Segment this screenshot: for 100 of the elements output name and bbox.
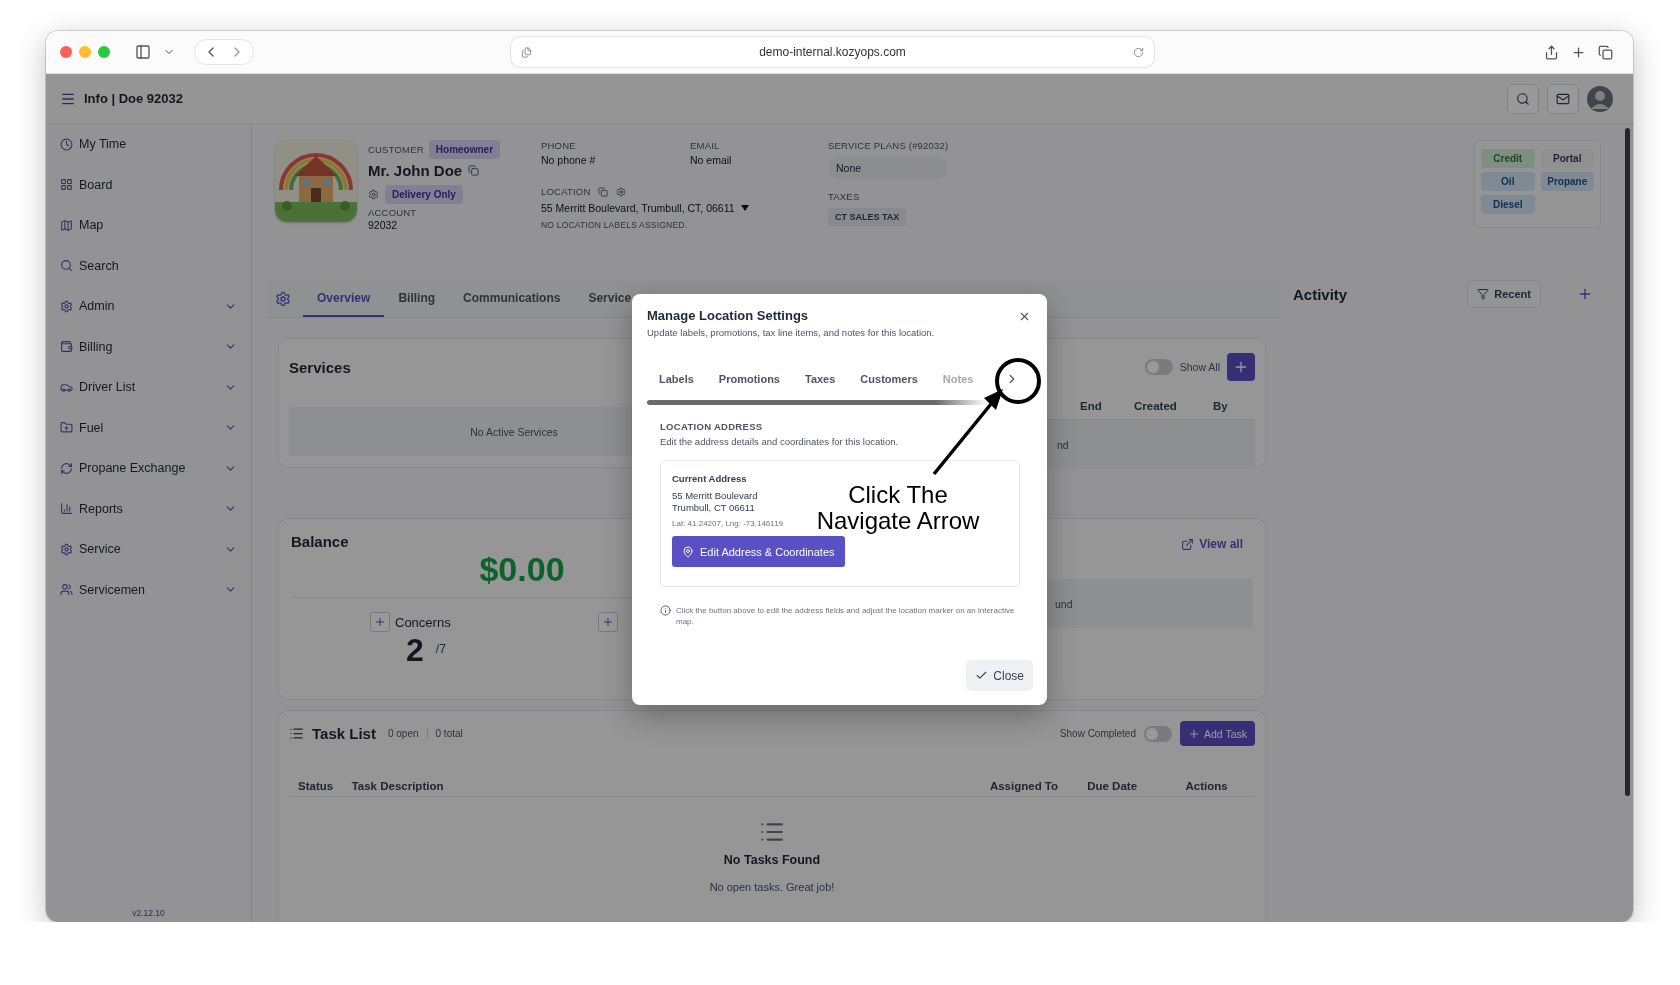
sidebar-item[interactable]: Board <box>60 164 237 205</box>
refresh-icon <box>60 461 73 475</box>
sidebar-item[interactable]: Service <box>60 529 237 570</box>
sidebar-item[interactable]: Propane Exchange <box>60 448 237 489</box>
card-title: Current Address <box>672 473 747 485</box>
field-label: CUSTOMER <box>368 144 424 155</box>
filter-button[interactable]: Recent <box>1467 280 1541 308</box>
location-address: 55 Merritt Boulevard, Trumbull, CT, 06611 <box>541 202 735 214</box>
mail-button[interactable] <box>1547 83 1579 114</box>
tab[interactable]: Service <box>574 280 646 317</box>
plus-icon <box>601 616 614 628</box>
sidebar-item[interactable]: Admin <box>60 286 237 327</box>
gear-icon <box>60 299 73 313</box>
card-title: Services <box>289 358 351 376</box>
account-number: 92032 <box>368 219 399 231</box>
sidebar-item[interactable]: My Time <box>60 124 237 165</box>
address-bar[interactable]: demo-internal.kozyops.com <box>511 37 1154 67</box>
bar-chart-icon <box>60 502 73 516</box>
new-tab-icon[interactable] <box>1571 44 1586 60</box>
check-icon <box>975 669 989 682</box>
gear-icon[interactable] <box>616 186 627 197</box>
tab[interactable]: Taxes <box>805 373 836 385</box>
sidebar-item[interactable]: Fuel <box>60 407 237 448</box>
field-value: No email <box>690 154 733 166</box>
tax-badge: CT SALES TAX <box>828 208 907 226</box>
add-button[interactable] <box>597 612 618 632</box>
toggle-switch[interactable] <box>1144 725 1172 742</box>
tab[interactable]: Billing <box>384 280 450 317</box>
filter-icon <box>1477 288 1490 300</box>
add-task-button[interactable]: Add Task <box>1180 721 1255 746</box>
clock-icon <box>60 137 73 151</box>
field-label: SERVICE PLANS (#92032) <box>828 140 950 151</box>
fuel-tag: Diesel <box>1481 195 1535 214</box>
tab-scrollbar[interactable] <box>647 400 987 405</box>
mail-icon <box>1556 91 1570 106</box>
sidebar-item[interactable]: Search <box>60 245 237 286</box>
edit-address-button[interactable]: Edit Address & Coordinates <box>672 536 845 568</box>
toggle-switch[interactable] <box>1144 359 1173 375</box>
map-icon <box>60 218 73 232</box>
customer-type-badge: Homeowner <box>428 140 501 159</box>
address-line: Trumbull, CT 06611 <box>672 502 755 514</box>
fuel-tag: Portal <box>1540 149 1594 168</box>
fuel-tag: Credit <box>1481 149 1535 168</box>
close-window-icon[interactable] <box>60 46 72 58</box>
column-header: Assigned To <box>989 780 1060 792</box>
column-header: Created <box>1134 400 1178 412</box>
tab[interactable]: Labels <box>659 373 694 385</box>
share-icon[interactable] <box>1544 44 1559 60</box>
sidebar-item[interactable]: Reports <box>60 488 237 529</box>
close-button[interactable]: Close <box>966 660 1033 691</box>
copy-icon[interactable] <box>468 165 480 176</box>
tab[interactable]: Overview <box>303 280 385 317</box>
field-label: ACCOUNT <box>368 207 418 218</box>
fuel-tag: Oil <box>1481 172 1535 191</box>
scrollbar[interactable] <box>1625 128 1630 796</box>
column-header: By <box>1213 400 1229 412</box>
empty-text: No open tasks. Great job! <box>708 881 836 893</box>
plus-icon <box>1188 727 1200 740</box>
card-title: Balance <box>291 533 350 550</box>
caret-down-icon[interactable] <box>740 205 749 211</box>
task-count: 0 total <box>426 728 463 739</box>
add-icon[interactable] <box>1577 286 1593 302</box>
plus-icon <box>1233 359 1249 375</box>
sidebar-item[interactable]: Map <box>60 205 237 246</box>
column-header: End <box>1080 400 1103 412</box>
card-title: Task List <box>312 725 376 742</box>
tab[interactable]: Promotions <box>718 373 780 385</box>
search-button[interactable] <box>1507 83 1539 114</box>
stat-value: 2 <box>406 632 424 669</box>
sidebar-item[interactable]: Driver List <box>60 367 237 408</box>
page-title: Info | Doe 92032 <box>84 91 184 106</box>
toggle-label: Show All <box>1179 361 1220 373</box>
location-labels-note: NO LOCATION LABELS ASSIGNED. <box>541 220 689 230</box>
info-icon <box>660 605 671 617</box>
version-label: v2.12.10 <box>131 908 166 918</box>
sidebar-item[interactable]: Billing <box>60 326 237 367</box>
field-label: PHONE <box>541 140 577 151</box>
empty-title: No Tasks Found <box>722 853 822 867</box>
stat-label: Concerns <box>395 614 451 630</box>
add-button[interactable] <box>370 612 390 632</box>
dialog-subtitle: Update labels, promotions, tax line items, and notes for this location. <box>647 327 936 338</box>
tab[interactable]: Customers <box>860 373 918 385</box>
reload-icon[interactable] <box>1133 46 1144 58</box>
view-all-link[interactable]: View all <box>1181 537 1243 551</box>
balance-amount: $0.00 <box>479 550 565 589</box>
sidebar-icon[interactable] <box>135 44 151 60</box>
search-icon <box>60 259 73 273</box>
sidebar-item[interactable]: Servicemen <box>60 569 237 610</box>
field-label: LOCATION <box>541 186 591 197</box>
avatar-icon[interactable] <box>1587 85 1613 112</box>
tab[interactable]: Communications <box>449 280 575 317</box>
tabs-icon[interactable] <box>1598 44 1613 60</box>
folder-plus-icon <box>60 421 73 435</box>
gear-icon[interactable] <box>368 189 379 200</box>
fuel-tag: Propane <box>1540 172 1594 191</box>
copy-icon[interactable] <box>598 186 609 197</box>
add-button[interactable] <box>1227 353 1255 381</box>
list-icon <box>289 726 304 741</box>
minimize-window-icon[interactable] <box>79 46 91 58</box>
maximize-window-icon[interactable] <box>98 46 110 58</box>
